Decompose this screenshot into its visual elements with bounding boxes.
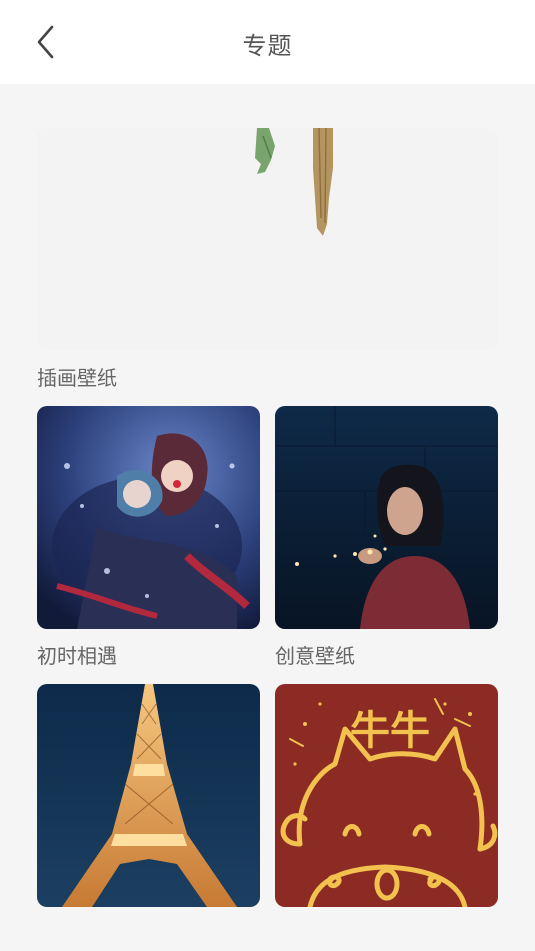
eiffel-tower-image xyxy=(37,684,260,907)
illustration-banner-card[interactable] xyxy=(37,128,498,350)
anime-couple-card[interactable] xyxy=(37,406,260,629)
top-bar: 专题 xyxy=(0,0,535,84)
cow-doodle-text: 牛牛 xyxy=(350,708,430,754)
eiffel-tower-card[interactable] xyxy=(37,684,260,907)
section-label-first-meeting: 初时相遇 xyxy=(37,644,117,668)
cow-doodle-image: 牛牛 xyxy=(275,684,498,907)
woman-lights-card[interactable] xyxy=(275,406,498,629)
woman-lights-image xyxy=(275,406,498,629)
page-title: 专题 xyxy=(242,32,293,60)
illustration-banner-image xyxy=(37,128,498,350)
cow-doodle-card[interactable]: 牛牛 xyxy=(275,684,498,907)
section-label-creative: 创意壁纸 xyxy=(275,644,355,668)
section-label-illustration: 插画壁纸 xyxy=(37,366,117,390)
anime-couple-image xyxy=(37,406,260,629)
